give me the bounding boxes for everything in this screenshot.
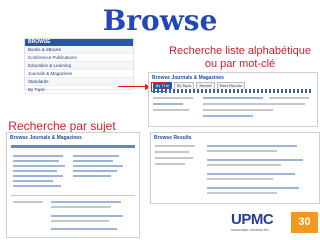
topic-link[interactable]	[73, 165, 123, 167]
text-line	[207, 150, 277, 152]
upmc-logo-subtitle: SORBONNE UNIVERSITÉS	[231, 228, 269, 232]
filter-line	[155, 157, 193, 159]
topic-link[interactable]	[13, 165, 65, 167]
text-line	[207, 164, 281, 166]
topic-link[interactable]	[13, 175, 63, 177]
upmc-logo: UPMC SORBONNE UNIVERSITÉS	[231, 211, 289, 235]
tab-bar	[11, 145, 135, 148]
alphabet-bar[interactable]	[153, 89, 313, 93]
result-title[interactable]	[207, 159, 303, 161]
page-title: Browse	[102, 4, 218, 37]
topic-link[interactable]	[13, 160, 59, 162]
topic-link[interactable]	[73, 155, 119, 157]
topic-link[interactable]	[73, 175, 111, 177]
divider	[11, 195, 135, 196]
text-line	[269, 103, 305, 105]
topic-link[interactable]	[73, 160, 113, 162]
filter-line	[13, 201, 43, 203]
menu-item-journals[interactable]: Journals & Magazines	[25, 70, 133, 78]
browse-menu: BROWSE Books & eBooks Conference Publica…	[24, 38, 134, 94]
filter-line	[155, 163, 185, 165]
result-title[interactable]	[207, 187, 299, 189]
result-title[interactable]	[51, 215, 123, 217]
menu-item-books[interactable]: Books & eBooks	[25, 46, 133, 54]
result-title[interactable]	[51, 228, 117, 230]
result-title[interactable]	[207, 173, 295, 175]
text-line	[51, 220, 109, 222]
screenshot-alphabetical: Browse Journals & Magazines By Title By …	[148, 72, 318, 127]
topic-link[interactable]	[13, 180, 53, 182]
text-line	[203, 115, 253, 117]
menu-item-conference[interactable]: Conference Publications	[25, 54, 133, 62]
result-title[interactable]	[207, 145, 297, 147]
topic-link[interactable]	[13, 185, 61, 187]
text-line	[51, 206, 111, 208]
screenshot-heading: Browse Journals & Magazines	[10, 135, 82, 141]
filter-line	[155, 145, 195, 147]
text-line	[153, 103, 183, 105]
upmc-logo-text: UPMC	[231, 211, 274, 228]
anniversary-logo: 30	[291, 212, 318, 233]
menu-item-by-topic[interactable]: By Topic	[25, 86, 133, 94]
result-title[interactable]	[51, 201, 121, 203]
screenshot-subject: Browse Journals & Magazines	[6, 132, 140, 238]
topic-link[interactable]	[73, 170, 117, 172]
text-line	[153, 109, 189, 111]
screenshot-heading: Browse Results	[154, 135, 192, 141]
text-line	[153, 97, 193, 99]
topic-link[interactable]	[13, 170, 57, 172]
menu-item-standards[interactable]: Standards	[25, 78, 133, 86]
text-line	[269, 97, 309, 99]
screenshot-results: Browse Results	[150, 132, 320, 204]
highlight-box	[151, 82, 166, 92]
filter-line	[155, 151, 189, 153]
menu-item-education[interactable]: Education & Learning	[25, 62, 133, 70]
caption-alphabetical-search: Recherche liste alphabétique ou par mot-…	[169, 45, 311, 70]
text-line	[203, 109, 273, 111]
text-line	[207, 192, 277, 194]
browse-menu-header: BROWSE	[25, 39, 133, 46]
text-line	[203, 97, 263, 99]
text-line	[207, 178, 273, 180]
topic-link[interactable]	[13, 155, 63, 157]
